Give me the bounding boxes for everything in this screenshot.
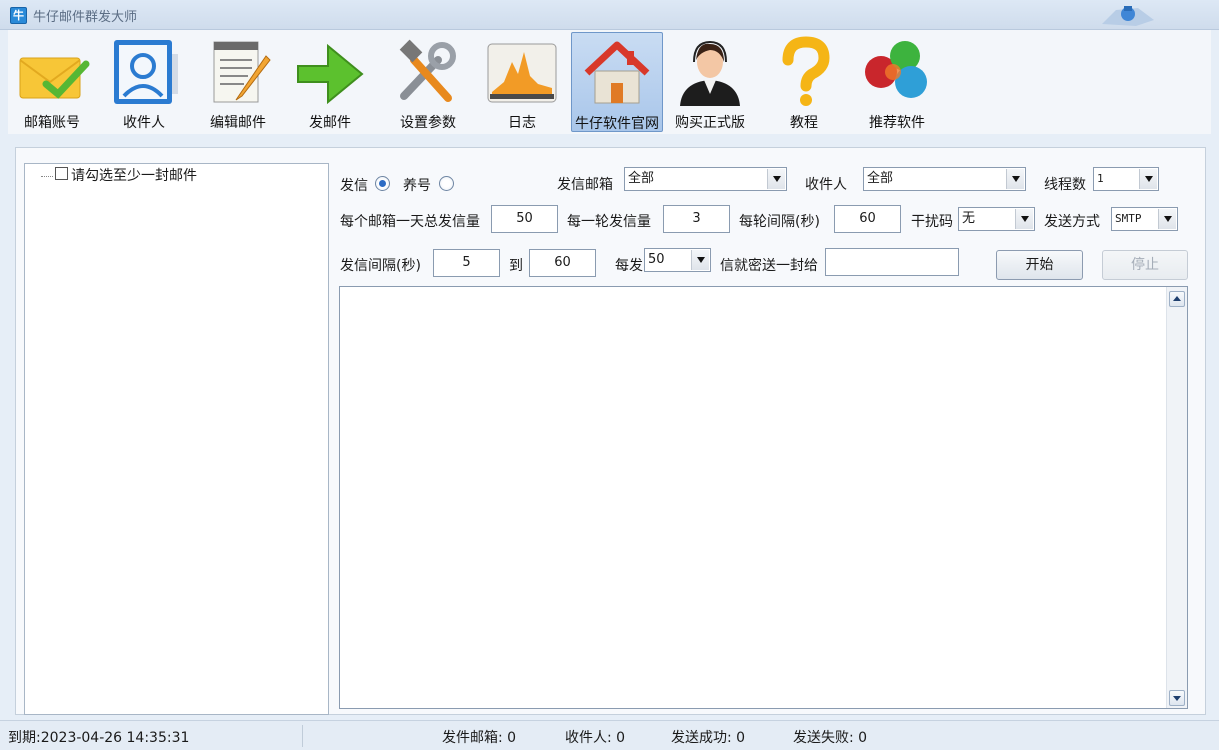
tree-root-checkbox[interactable] (55, 167, 68, 180)
every-value: 50 (648, 252, 665, 267)
threads-select[interactable]: 1 (1093, 167, 1159, 191)
tool-email-accounts[interactable]: 邮箱账号 (12, 32, 92, 132)
sender-mailbox-select[interactable]: 全部 (624, 167, 787, 191)
per-round-input[interactable]: 3 (663, 205, 730, 233)
tool-label: 购买正式版 (675, 115, 745, 131)
decoration-icon (1102, 6, 1154, 26)
interval-label: 发信间隔(秒) (340, 258, 421, 274)
send-mode-radio[interactable] (375, 176, 390, 191)
recipient-label: 收件人 (805, 177, 847, 193)
window-title: 牛仔邮件群发大师 (33, 10, 138, 25)
success-count-status: 发送成功: 0 (671, 730, 746, 746)
tool-label: 牛仔软件官网 (575, 116, 659, 132)
send-method-select[interactable]: SMTP (1111, 207, 1178, 231)
tool-label: 发邮件 (309, 115, 351, 131)
scroll-down-icon[interactable] (1169, 690, 1185, 706)
chevron-down-icon[interactable] (767, 169, 785, 189)
recipient-value: 全部 (867, 171, 894, 186)
color-balls-icon (865, 41, 927, 98)
daily-total-input[interactable]: 50 (491, 205, 558, 233)
tool-buy-license[interactable]: 购买正式版 (666, 32, 754, 132)
stop-button[interactable]: 停止 (1102, 250, 1188, 280)
per-round-label: 每一轮发信量 (567, 214, 651, 230)
tool-label: 设置参数 (400, 115, 456, 131)
contact-card-icon (114, 40, 178, 104)
tool-recipients[interactable]: 收件人 (104, 32, 184, 132)
round-interval-label: 每轮间隔(秒) (739, 214, 820, 230)
send-mode-label: 发信 (340, 178, 368, 194)
tool-send-email[interactable]: 发邮件 (294, 32, 366, 132)
interference-label: 干扰码 (911, 214, 953, 230)
green-arrow-icon (297, 43, 364, 105)
to-label: 到 (509, 258, 523, 274)
bcc-label: 信就密送一封给 (720, 258, 818, 274)
tool-official-site[interactable]: 牛仔软件官网 (571, 32, 663, 132)
toolbar: 邮箱账号 收件人 编辑邮件 发邮件 设置参数 日志 牛仔软件官网 购买正式版 教… (8, 30, 1211, 134)
tool-label: 邮箱账号 (24, 115, 80, 131)
tree-root-label[interactable]: 请勾选至少一封邮件 (71, 165, 197, 185)
round-interval-input[interactable]: 60 (834, 205, 901, 233)
nurture-mode-radio[interactable] (439, 176, 454, 191)
tool-settings[interactable]: 设置参数 (388, 32, 468, 132)
interference-value: 无 (962, 211, 976, 226)
interval-to-input[interactable]: 60 (529, 249, 596, 277)
title-bar: 牛 牛仔邮件群发大师 (0, 0, 1219, 30)
status-divider (302, 725, 303, 747)
scroll-up-icon[interactable] (1169, 291, 1185, 307)
tool-label: 推荐软件 (869, 115, 925, 131)
bcc-input[interactable] (825, 248, 959, 276)
sender-mailbox-label: 发信邮箱 (557, 177, 613, 193)
expiry-status: 到期:2023-04-26 14:35:31 (8, 730, 190, 746)
chevron-down-icon[interactable] (1158, 209, 1176, 229)
tool-label: 教程 (790, 115, 818, 131)
every-label: 每发 (615, 258, 643, 274)
chart-log-icon (487, 43, 557, 103)
support-agent-icon (680, 40, 740, 106)
sender-mailbox-value: 全部 (628, 171, 655, 186)
start-button[interactable]: 开始 (996, 250, 1083, 280)
chevron-down-icon[interactable] (1139, 169, 1157, 189)
envelope-check-icon (19, 57, 90, 99)
log-scrollbar[interactable] (1166, 287, 1187, 708)
tree-connector (41, 176, 53, 177)
threads-value: 1 (1097, 172, 1104, 185)
chevron-down-icon[interactable] (1006, 169, 1024, 189)
fail-count-status: 发送失败: 0 (793, 730, 868, 746)
send-method-label: 发送方式 (1044, 214, 1100, 230)
email-tree[interactable]: 请勾选至少一封邮件 (24, 163, 329, 715)
tools-icon (399, 39, 456, 102)
tool-tutorial[interactable]: 教程 (764, 32, 844, 132)
tool-edit-email[interactable]: 编辑邮件 (198, 32, 278, 132)
nurture-mode-label: 养号 (403, 178, 431, 194)
interval-from-input[interactable]: 5 (433, 249, 500, 277)
status-bar: 到期:2023-04-26 14:35:31 发件邮箱: 0 收件人: 0 发送… (0, 720, 1219, 750)
tool-log[interactable]: 日志 (482, 32, 562, 132)
home-icon (584, 41, 650, 104)
tool-recommended[interactable]: 推荐软件 (856, 32, 938, 132)
recipient-count-status: 收件人: 0 (565, 730, 626, 746)
tool-label: 编辑邮件 (210, 115, 266, 131)
send-method-value: SMTP (1115, 212, 1142, 225)
sender-count-status: 发件邮箱: 0 (442, 730, 517, 746)
chevron-down-icon[interactable] (691, 250, 709, 270)
question-icon (782, 36, 830, 106)
every-select[interactable]: 50 (644, 248, 711, 272)
daily-total-label: 每个邮箱一天总发信量 (340, 214, 480, 230)
notepad-pencil-icon (213, 41, 271, 103)
interference-select[interactable]: 无 (958, 207, 1035, 231)
app-icon: 牛 (10, 7, 27, 24)
tool-label: 日志 (508, 115, 536, 131)
tool-label: 收件人 (123, 115, 165, 131)
chevron-down-icon[interactable] (1015, 209, 1033, 229)
threads-label: 线程数 (1044, 177, 1086, 193)
log-output[interactable] (339, 286, 1188, 709)
recipient-select[interactable]: 全部 (863, 167, 1026, 191)
